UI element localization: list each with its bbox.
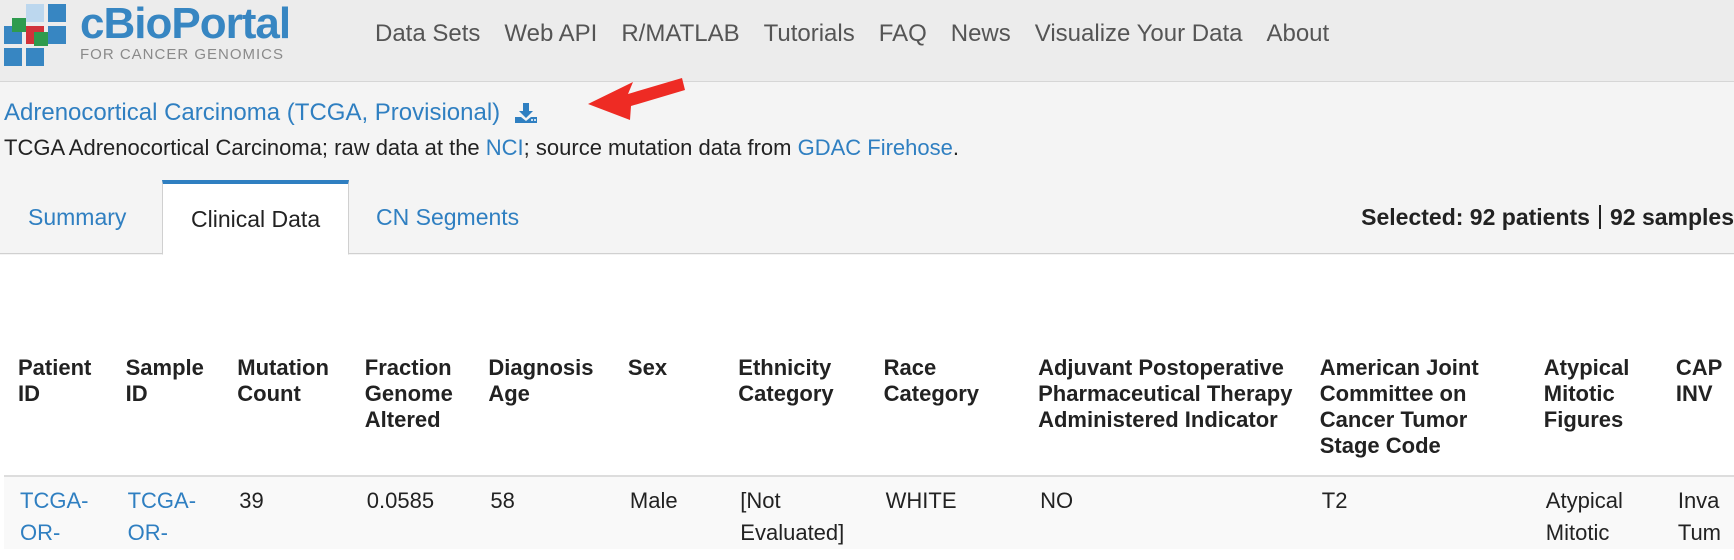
selected-patients[interactable]: Selected: 92 patients	[1361, 204, 1590, 230]
download-icon[interactable]	[514, 101, 538, 125]
cell-race: WHITE	[885, 488, 957, 513]
cell-adjuvant: NO	[1040, 488, 1074, 513]
brand[interactable]: cBioPortal FOR CANCER GENOMICS	[80, 0, 291, 63]
col-diagnosis-age[interactable]: Diagnosis Age	[474, 355, 614, 477]
col-ajcc-tumor-stage[interactable]: American Joint Committee on Cancer Tumor…	[1305, 355, 1530, 477]
study-title-row: Adrenocortical Carcinoma (TCGA, Provisio…	[4, 98, 538, 128]
tab-clinical-data[interactable]: Clinical Data	[162, 180, 350, 255]
selection-divider	[1598, 205, 1601, 229]
study-description: TCGA Adrenocortical Carcinoma; raw data …	[4, 134, 959, 162]
nav-visualize-your-data[interactable]: Visualize Your Data	[1035, 18, 1243, 50]
selection-summary: Selected: 92 patients 92 samples	[1361, 204, 1734, 231]
study-desc-middle: ; source mutation data from	[523, 135, 798, 160]
col-patient-id[interactable]: Patient ID	[4, 355, 112, 477]
study-desc-suffix: .	[952, 135, 959, 160]
cell-sample-id[interactable]: TCGA-OR-	[112, 476, 224, 549]
cell-patient-id[interactable]: TCGA-OR-	[4, 476, 112, 549]
col-race-category[interactable]: Race Category	[869, 355, 1025, 477]
nav-news[interactable]: News	[951, 18, 1011, 50]
col-mutation-count[interactable]: Mutation Count	[223, 355, 351, 477]
cell-atypical-mitotic: Atypical Mitotic	[1545, 488, 1623, 545]
gdac-firehose-link[interactable]: GDAC Firehose	[798, 135, 953, 160]
col-cap-inv[interactable]: CAP INV	[1661, 355, 1734, 477]
cell-cap-inv: Inva Tum	[1677, 488, 1722, 545]
col-ethnicity-category[interactable]: Ethnicity Category	[724, 355, 870, 477]
cell-ajcc-stage: T2	[1321, 488, 1348, 513]
col-adjuvant-therapy[interactable]: Adjuvant Postoperative Pharmaceutical Th…	[1024, 355, 1306, 477]
col-sex[interactable]: Sex	[613, 355, 725, 477]
tab-summary[interactable]: Summary	[0, 180, 154, 254]
main-nav: Data Sets Web API R/MATLAB Tutorials FAQ…	[375, 18, 1353, 50]
table-row: TCGA-OR- TCGA-OR- 39 0.0585 58 Male [Not…	[4, 476, 1734, 549]
nav-data-sets[interactable]: Data Sets	[375, 18, 480, 50]
col-sample-id[interactable]: Sample ID	[111, 355, 224, 477]
table-header-row: Patient ID Sample ID Mutation Count Frac…	[4, 355, 1734, 477]
cbioportal-logo-icon[interactable]	[4, 4, 68, 68]
cell-fraction-genome-altered: 0.0585	[366, 488, 435, 513]
red-arrow-annotation	[588, 78, 685, 120]
tab-cn-segments[interactable]: CN Segments	[348, 180, 547, 254]
nav-r-matlab[interactable]: R/MATLAB	[621, 18, 739, 50]
nci-link[interactable]: NCI	[486, 135, 524, 160]
cell-sex: Male	[629, 488, 678, 513]
nav-web-api[interactable]: Web API	[504, 18, 597, 50]
nav-tutorials[interactable]: Tutorials	[764, 18, 855, 50]
col-atypical-mitotic-figures[interactable]: Atypical Mitotic Figures	[1529, 355, 1662, 477]
cell-diagnosis-age: 58	[490, 488, 515, 513]
study-desc-prefix: TCGA Adrenocortical Carcinoma; raw data …	[4, 135, 486, 160]
brand-name: cBioPortal	[80, 0, 291, 48]
study-title[interactable]: Adrenocortical Carcinoma (TCGA, Provisio…	[4, 98, 500, 128]
brand-tagline: FOR CANCER GENOMICS	[80, 46, 285, 63]
top-header: cBioPortal FOR CANCER GENOMICS Data Sets…	[0, 0, 1734, 82]
cell-ethnicity: [Not Evaluated]	[740, 488, 845, 545]
clinical-data-panel: Patient ID Sample ID Mutation Count Frac…	[0, 255, 1734, 560]
selected-samples[interactable]: 92 samples	[1610, 204, 1734, 230]
nav-about[interactable]: About	[1266, 18, 1329, 50]
col-fraction-genome-altered[interactable]: Fraction Genome Altered	[350, 355, 475, 477]
nav-faq[interactable]: FAQ	[879, 18, 927, 50]
cell-mutation-count: 39	[239, 488, 264, 513]
clinical-data-table: Patient ID Sample ID Mutation Count Frac…	[4, 355, 1734, 549]
